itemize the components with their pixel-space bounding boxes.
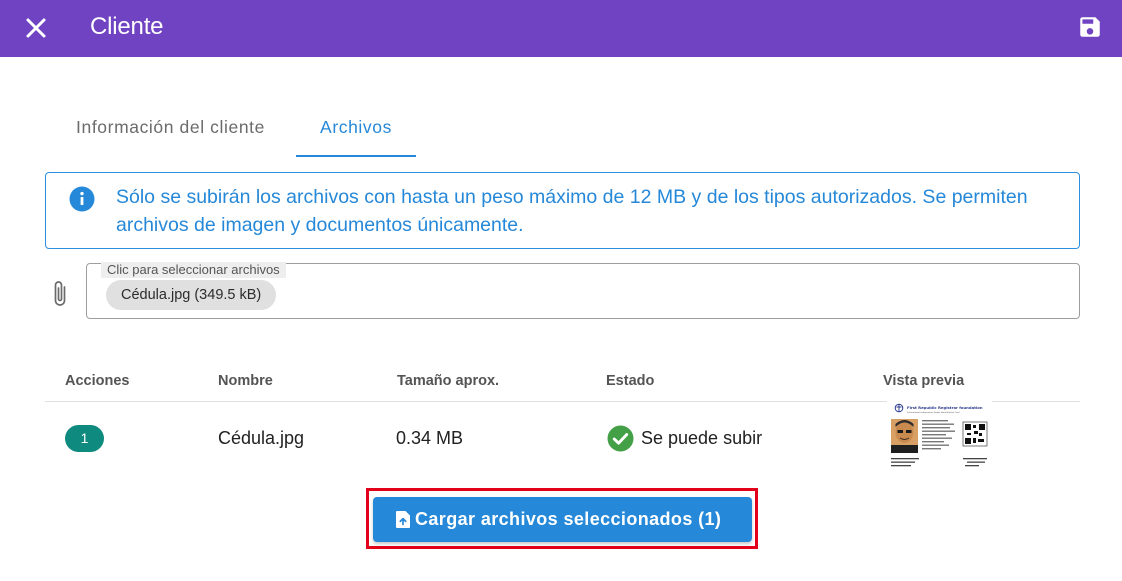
paperclip-icon (54, 281, 66, 306)
active-tab-indicator (296, 155, 416, 157)
qr-code-icon (962, 421, 988, 447)
file-input-label: Clic para seleccionar archivos (101, 262, 286, 278)
dialog-title: Cliente (90, 13, 164, 40)
file-size-cell: 0.34 MB (396, 428, 464, 448)
file-upload-icon (396, 511, 410, 528)
column-header-name: Nombre (218, 373, 273, 389)
alert-message: Sólo se subirán los archivos con hasta u… (116, 186, 1028, 236)
upload-files-button[interactable]: Cargar archivos seleccionados (1) (373, 497, 752, 542)
column-header-status: Estado (606, 373, 655, 389)
close-icon (26, 18, 46, 38)
selected-file-chip[interactable]: Cédula.jpg (349.5 kB) (106, 280, 277, 310)
upload-button-label: Cargar archivos seleccionados (1) (415, 509, 722, 529)
file-status-cell: Se puede subir (641, 428, 763, 448)
tab-files[interactable]: Archivos (296, 100, 416, 158)
file-name-cell: Cédula.jpg (218, 428, 305, 448)
column-header-preview: Vista previa (883, 373, 965, 389)
row-action-badge[interactable]: 1 (65, 425, 104, 452)
save-button[interactable] (1077, 14, 1103, 40)
id-card-preview-thumbnail: First Republic Registrar foundation Inte… (887, 401, 992, 471)
preview-header: First Republic Registrar foundation (907, 405, 983, 410)
close-button[interactable] (22, 14, 50, 42)
photo-icon (891, 419, 918, 453)
info-icon (69, 186, 95, 212)
column-header-actions: Acciones (65, 373, 130, 389)
column-header-size: Tamaño aprox. (397, 373, 500, 389)
dialog-toolbar: Cliente (0, 0, 1122, 57)
tab-client-info[interactable]: Información del cliente (45, 100, 296, 158)
preview-subheader: International Independent People Identif… (907, 411, 960, 414)
check-circle-icon (607, 425, 634, 452)
info-alert: Sólo se subirán los archivos con hasta u… (45, 172, 1080, 249)
save-icon (1080, 17, 1100, 37)
